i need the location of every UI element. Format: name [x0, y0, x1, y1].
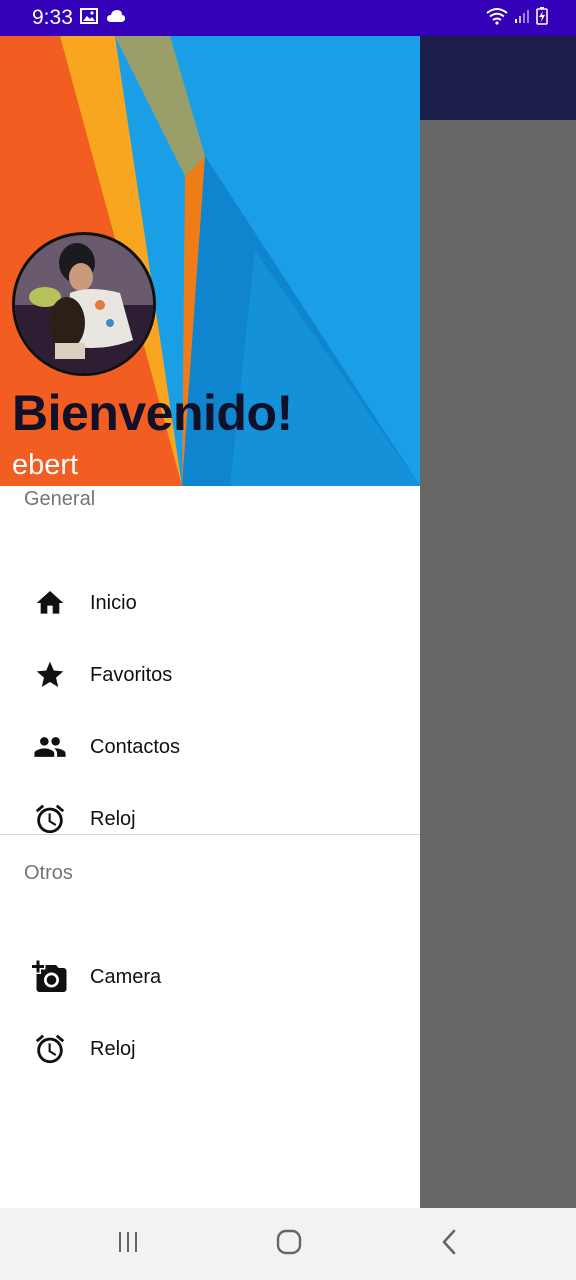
recents-icon	[116, 1230, 140, 1259]
home-button[interactable]	[269, 1226, 309, 1262]
menu-item-camera[interactable]: Camera	[0, 945, 420, 1009]
menu-item-label: Camera	[90, 965, 162, 988]
alarm-icon	[30, 799, 70, 839]
alarm-icon	[30, 1029, 70, 1069]
recents-button[interactable]	[108, 1226, 148, 1262]
app-toolbar	[420, 36, 576, 120]
wifi-icon	[486, 7, 508, 30]
home-button-icon	[276, 1229, 302, 1260]
star-icon	[30, 655, 70, 695]
user-name: ebert	[12, 449, 79, 481]
add-camera-icon	[30, 957, 70, 997]
battery-icon	[536, 7, 548, 30]
image-icon	[80, 8, 98, 29]
menu-item-label: Reloj	[90, 1037, 136, 1060]
back-button[interactable]	[430, 1226, 470, 1262]
menu-item-label: Reloj	[90, 807, 136, 830]
menu-item-inicio[interactable]: Inicio	[0, 571, 420, 635]
home-icon	[30, 583, 70, 623]
people-icon	[30, 727, 70, 767]
section-divider	[0, 834, 420, 835]
status-time: 9:33	[32, 6, 73, 29]
back-icon	[440, 1229, 460, 1260]
drawer-header: Bienvenido! ebert	[0, 36, 420, 486]
menu-item-label: Favoritos	[90, 663, 173, 686]
cloud-icon	[106, 9, 126, 28]
signal-icon	[514, 8, 530, 29]
menu-item-contactos[interactable]: Contactos	[0, 715, 420, 779]
welcome-title: Bienvenido!	[12, 385, 293, 441]
menu-item-reloj-2[interactable]: Reloj	[0, 1017, 420, 1081]
section-title-general: General	[24, 488, 96, 510]
menu-item-label: Contactos	[90, 735, 181, 758]
menu-item-reloj[interactable]: Reloj	[0, 787, 420, 851]
system-nav-bar	[0, 1208, 576, 1280]
menu-item-favoritos[interactable]: Favoritos	[0, 643, 420, 707]
section-title-otros: Otros	[24, 862, 73, 884]
status-bar: 9:33	[0, 0, 576, 36]
menu-item-label: Inicio	[90, 591, 137, 614]
avatar[interactable]	[12, 232, 156, 376]
